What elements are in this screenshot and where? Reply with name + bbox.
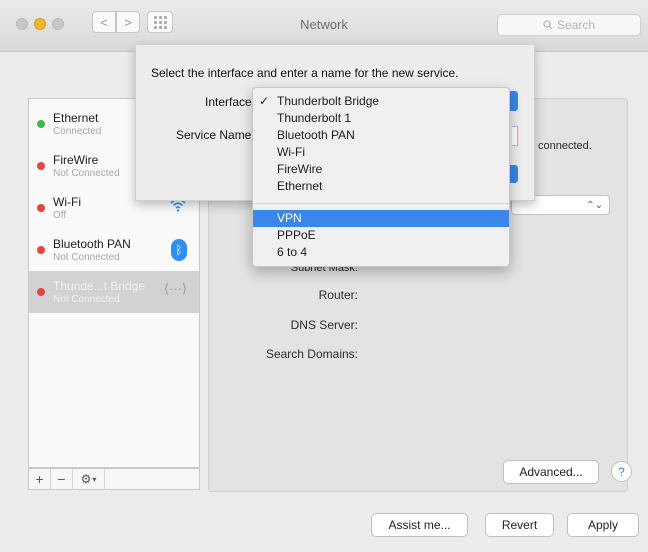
service-status: Not Connected	[53, 294, 120, 305]
status-dot	[37, 288, 45, 296]
up-down-chevron-icon: ⌃⌄	[586, 199, 603, 211]
status-dot	[37, 246, 45, 254]
menu-item-thunderbolt-1[interactable]: Thunderbolt 1	[253, 110, 509, 127]
menu-item-wifi[interactable]: Wi-Fi	[253, 144, 509, 161]
service-name: Wi-Fi	[53, 195, 81, 209]
service-item-thunderbolt-bridge[interactable]: Thunde...t Bridge Not Connected ⟨···⟩	[29, 271, 199, 313]
search-field[interactable]: Search	[497, 14, 641, 36]
interface-dropdown-menu[interactable]: ✓ Thunderbolt Bridge Thunderbolt 1 Bluet…	[252, 87, 510, 267]
interface-label: Interface	[205, 95, 252, 109]
service-name-field-edge[interactable]	[512, 126, 518, 146]
menu-item-pppoe[interactable]: PPPoE	[253, 227, 509, 244]
gear-menu-button[interactable]: ⚙ ▾	[73, 469, 105, 489]
menu-item-thunderbolt-bridge[interactable]: ✓ Thunderbolt Bridge	[253, 93, 509, 110]
service-status: Not Connected	[53, 252, 120, 263]
service-status: Not Connected	[53, 168, 120, 179]
service-name: Thunde...t Bridge	[53, 279, 146, 293]
thunderbolt-bridge-icon: ⟨···⟩	[163, 281, 187, 296]
status-dot	[37, 162, 45, 170]
dns-server-label: DNS Server:	[290, 318, 358, 332]
service-name: Bluetooth PAN	[53, 237, 131, 251]
checkmark-icon: ✓	[259, 94, 270, 108]
create-button-edge[interactable]	[510, 165, 518, 183]
remove-service-button[interactable]: −	[51, 469, 73, 489]
menu-item-ethernet[interactable]: Ethernet	[253, 178, 509, 195]
revert-button[interactable]: Revert	[485, 513, 554, 537]
menu-item-firewire[interactable]: FireWire	[253, 161, 509, 178]
assist-me-button[interactable]: Assist me...	[371, 513, 468, 537]
help-button[interactable]: ?	[611, 461, 632, 482]
chevron-down-icon: ▾	[92, 474, 97, 484]
sheet-instructions: Select the interface and enter a name fo…	[151, 66, 459, 80]
service-list-toolbar: + − ⚙ ▾	[28, 468, 200, 490]
search-placeholder: Search	[556, 18, 596, 32]
status-dot	[37, 120, 45, 128]
apply-button[interactable]: Apply	[567, 513, 639, 537]
router-label: Router:	[318, 288, 358, 302]
service-name: FireWire	[53, 153, 99, 167]
search-domains-label: Search Domains:	[265, 347, 358, 361]
service-status: Off	[53, 210, 67, 221]
gear-icon: ⚙	[80, 472, 92, 486]
service-status: Connected	[53, 126, 102, 137]
menu-item-bluetooth-pan[interactable]: Bluetooth PAN	[253, 127, 509, 144]
status-dot	[37, 204, 45, 212]
advanced-button[interactable]: Advanced...	[503, 460, 599, 484]
bluetooth-icon: ᛒ	[171, 239, 187, 261]
search-icon	[543, 20, 553, 30]
menu-separator	[253, 203, 509, 204]
network-preferences-window: < > Network Search Ethernet Connected Fi…	[0, 0, 648, 552]
service-name-label: Service Name	[176, 128, 252, 142]
interface-popup-arrow[interactable]	[510, 91, 518, 111]
menu-item-6to4[interactable]: 6 to 4	[253, 244, 509, 261]
add-service-button[interactable]: +	[29, 469, 51, 489]
menu-item-label: Thunderbolt Bridge	[277, 94, 380, 108]
service-name: Ethernet	[53, 111, 99, 125]
service-item-bluetooth-pan[interactable]: Bluetooth PAN Not Connected ᛒ	[29, 229, 199, 271]
menu-item-vpn[interactable]: VPN	[253, 210, 509, 227]
connection-status-text: connected.	[538, 140, 592, 152]
